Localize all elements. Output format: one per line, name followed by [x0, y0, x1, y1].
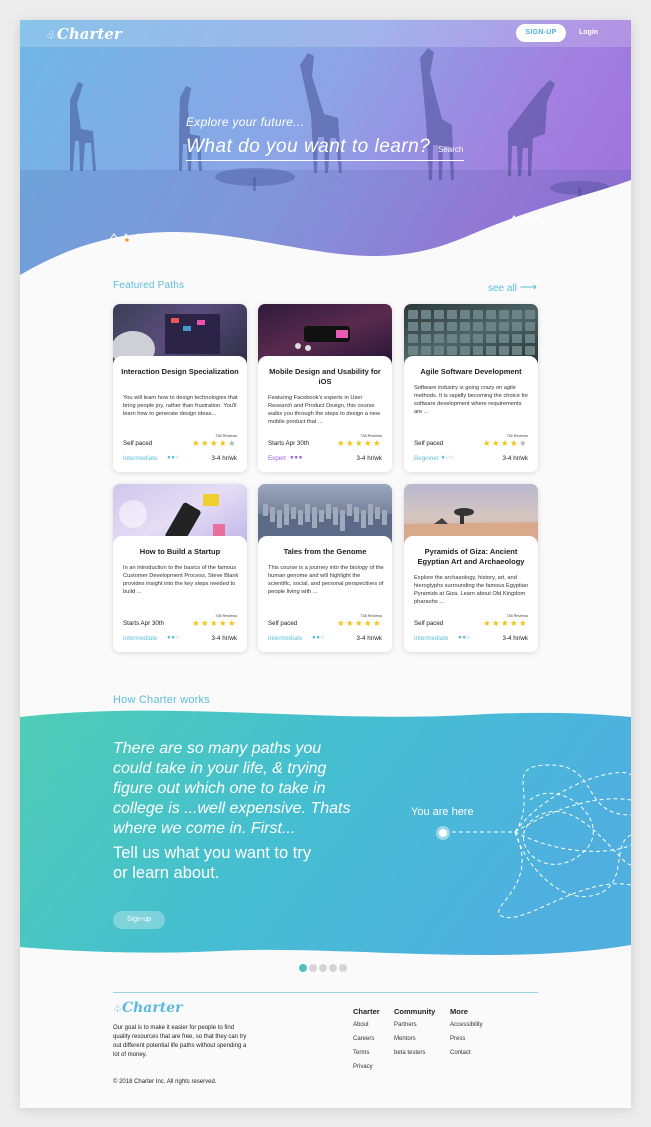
pager-dot[interactable] [299, 964, 307, 972]
pager-dot[interactable] [339, 964, 347, 972]
card-level: Expert [268, 455, 286, 462]
card-body: Tales from the Genome This course is a j… [258, 536, 392, 652]
search-button[interactable]: Search [438, 145, 463, 154]
card-level: Intermediate [123, 635, 158, 642]
card-description: In an introduction to the basics of the … [123, 565, 239, 595]
charter-logo[interactable]: ♧Charter [46, 25, 122, 43]
level-dots-icon: ●○○ [441, 454, 454, 461]
footer-link[interactable]: About [353, 1022, 369, 1028]
star-rating: ★★★★★ [191, 438, 237, 448]
footer-col-heading: Community [394, 1007, 436, 1016]
card-hours: 3-4 hr/wk [356, 455, 382, 462]
card-pace: Self paced [268, 620, 298, 627]
footer-col-heading: Charter [353, 1007, 380, 1016]
card-pace: Starts Apr 30th [268, 440, 309, 447]
card-hours: 3-4 hr/wk [356, 635, 382, 642]
footer-link[interactable]: Mentors [394, 1036, 416, 1042]
copyright: © 2018 Charter Inc. All rights reserved. [113, 1079, 217, 1085]
card-title[interactable]: How to Build a Startup [121, 547, 239, 557]
card-level: Intermediate [414, 635, 449, 642]
card-hours: 3-4 hr/wk [502, 455, 528, 462]
see-all-label: see all [488, 283, 517, 294]
card-body: Agile Software Development Software indu… [404, 356, 538, 472]
card-title[interactable]: Interaction Design Specialization [121, 367, 239, 377]
card-body: How to Build a Startup In an introductio… [113, 536, 247, 652]
footer-divider [113, 992, 538, 993]
you-are-here-label: You are here [411, 806, 474, 818]
star-rating: ★★★★★ [336, 438, 382, 448]
signup-cta-button[interactable]: Sign-up [113, 911, 165, 929]
footer-link[interactable]: Partners [394, 1022, 417, 1028]
see-all-link[interactable]: see all ⟶ [488, 280, 537, 294]
you-are-here-marker [436, 826, 450, 840]
card-hours: 3-4 hr/wk [211, 455, 237, 462]
pager-dot[interactable] [309, 964, 317, 972]
card-description: Software industry is going crazy on agil… [414, 385, 529, 415]
level-dots-icon: ●●○ [312, 634, 325, 641]
path-card[interactable]: Mobile Design and Usability for iOS Feat… [258, 304, 392, 472]
lightbulb-icon: ♧ [46, 29, 56, 42]
footer-link[interactable]: Accessibility [450, 1022, 483, 1028]
footer-description: Our goal is to make it easier for people… [113, 1025, 247, 1058]
card-body: Mobile Design and Usability for iOS Feat… [258, 356, 392, 472]
footer-logo-text: Charter [121, 1000, 183, 1016]
card-description: You will learn how to design technologie… [123, 395, 238, 417]
level-dots-icon: ●●○ [167, 454, 180, 461]
star-rating: ★★★★★ [336, 618, 382, 628]
card-description: This course is a journey into the biolog… [268, 565, 384, 595]
how-it-works-quote: There are so many paths you could take i… [113, 740, 351, 837]
card-pace: Self paced [414, 440, 444, 447]
star-rating: ★★★★★ [482, 618, 528, 628]
footer-logo[interactable]: ♧Charter [113, 1000, 183, 1016]
path-card[interactable]: Tales from the Genome This course is a j… [258, 484, 392, 652]
search-input[interactable]: What do you want to learn? [186, 136, 464, 161]
footer-link[interactable]: Terms [353, 1050, 369, 1056]
card-level: Intermediate [123, 455, 158, 462]
card-title[interactable]: Pyramids of Giza: Ancient Egyptian Art a… [412, 547, 530, 567]
star-rating: ★★★★★ [191, 618, 237, 628]
logo-text: Charter [56, 25, 122, 43]
card-pace: Self paced [123, 440, 153, 447]
footer-link[interactable]: beta testers [394, 1050, 425, 1056]
how-it-works-step: Tell us what you want to try or learn ab… [113, 844, 312, 882]
card-pace: Self paced [414, 620, 444, 627]
hero-subtitle: Explore your future... [186, 115, 304, 129]
featured-paths-heading: Featured Paths [113, 280, 185, 291]
footer-link[interactable]: Contact [450, 1050, 471, 1056]
level-dots-icon: ●●○ [167, 634, 180, 641]
card-hours: 3-4 hr/wk [211, 635, 237, 642]
card-pace: Starts Apr 30th [123, 620, 164, 627]
signup-button[interactable]: SIGN-UP [516, 24, 566, 42]
level-dots-icon: ●●○ [458, 634, 471, 641]
path-card[interactable]: Agile Software Development Software indu… [404, 304, 538, 472]
pager-dot[interactable] [329, 964, 337, 972]
login-link[interactable]: Login [579, 29, 598, 36]
card-title[interactable]: Mobile Design and Usability for iOS [266, 367, 384, 387]
level-dots-icon: ●●● [290, 454, 303, 461]
card-hours: 3-4 hr/wk [502, 635, 528, 642]
hero-banner: ♧Charter SIGN-UP Login Explore your futu… [20, 20, 631, 300]
footer-link[interactable]: Press [450, 1036, 465, 1042]
footer-col-heading: More [450, 1007, 468, 1016]
card-body: Interaction Design Specialization You wi… [113, 356, 247, 472]
footer-link[interactable]: Careers [353, 1036, 374, 1042]
path-card[interactable]: Pyramids of Giza: Ancient Egyptian Art a… [404, 484, 538, 652]
path-card[interactable]: How to Build a Startup In an introductio… [113, 484, 247, 652]
card-description: Explore the archaeology, history, art, a… [414, 575, 529, 605]
star-rating: ★★★★★ [482, 438, 528, 448]
card-title[interactable]: Agile Software Development [412, 367, 530, 377]
page: ♧Charter SIGN-UP Login Explore your futu… [20, 20, 631, 1108]
arrow-right-icon: ⟶ [519, 280, 537, 294]
card-level: Intermediate [268, 635, 303, 642]
pager-dot[interactable] [319, 964, 327, 972]
card-title[interactable]: Tales from the Genome [266, 547, 384, 557]
card-level: Beginner [414, 455, 439, 462]
card-description: Featuring Facebook's experts in User Res… [268, 395, 380, 425]
footer-link[interactable]: Privacy [353, 1064, 373, 1070]
path-card[interactable]: Interaction Design Specialization You wi… [113, 304, 247, 472]
card-body: Pyramids of Giza: Ancient Egyptian Art a… [404, 536, 538, 652]
lightbulb-icon: ♧ [113, 1004, 122, 1015]
